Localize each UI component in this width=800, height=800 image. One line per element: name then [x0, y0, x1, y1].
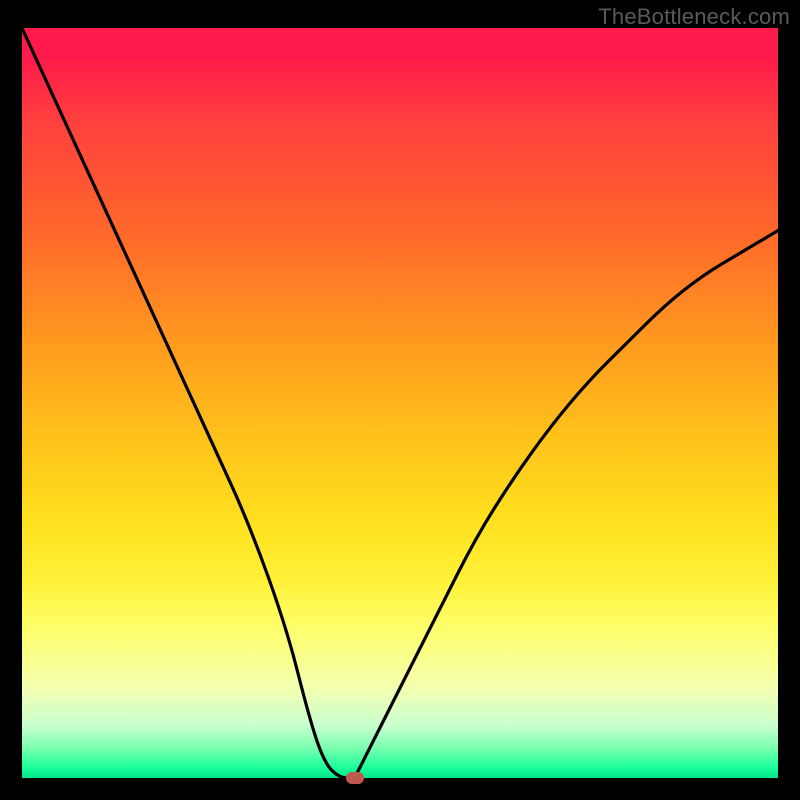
optimum-marker: [346, 772, 364, 784]
plot-area: [22, 28, 778, 778]
watermark-text: TheBottleneck.com: [598, 4, 790, 30]
bottleneck-curve-path: [22, 28, 778, 778]
curve-svg: [22, 28, 778, 778]
chart-frame: TheBottleneck.com: [0, 0, 800, 800]
